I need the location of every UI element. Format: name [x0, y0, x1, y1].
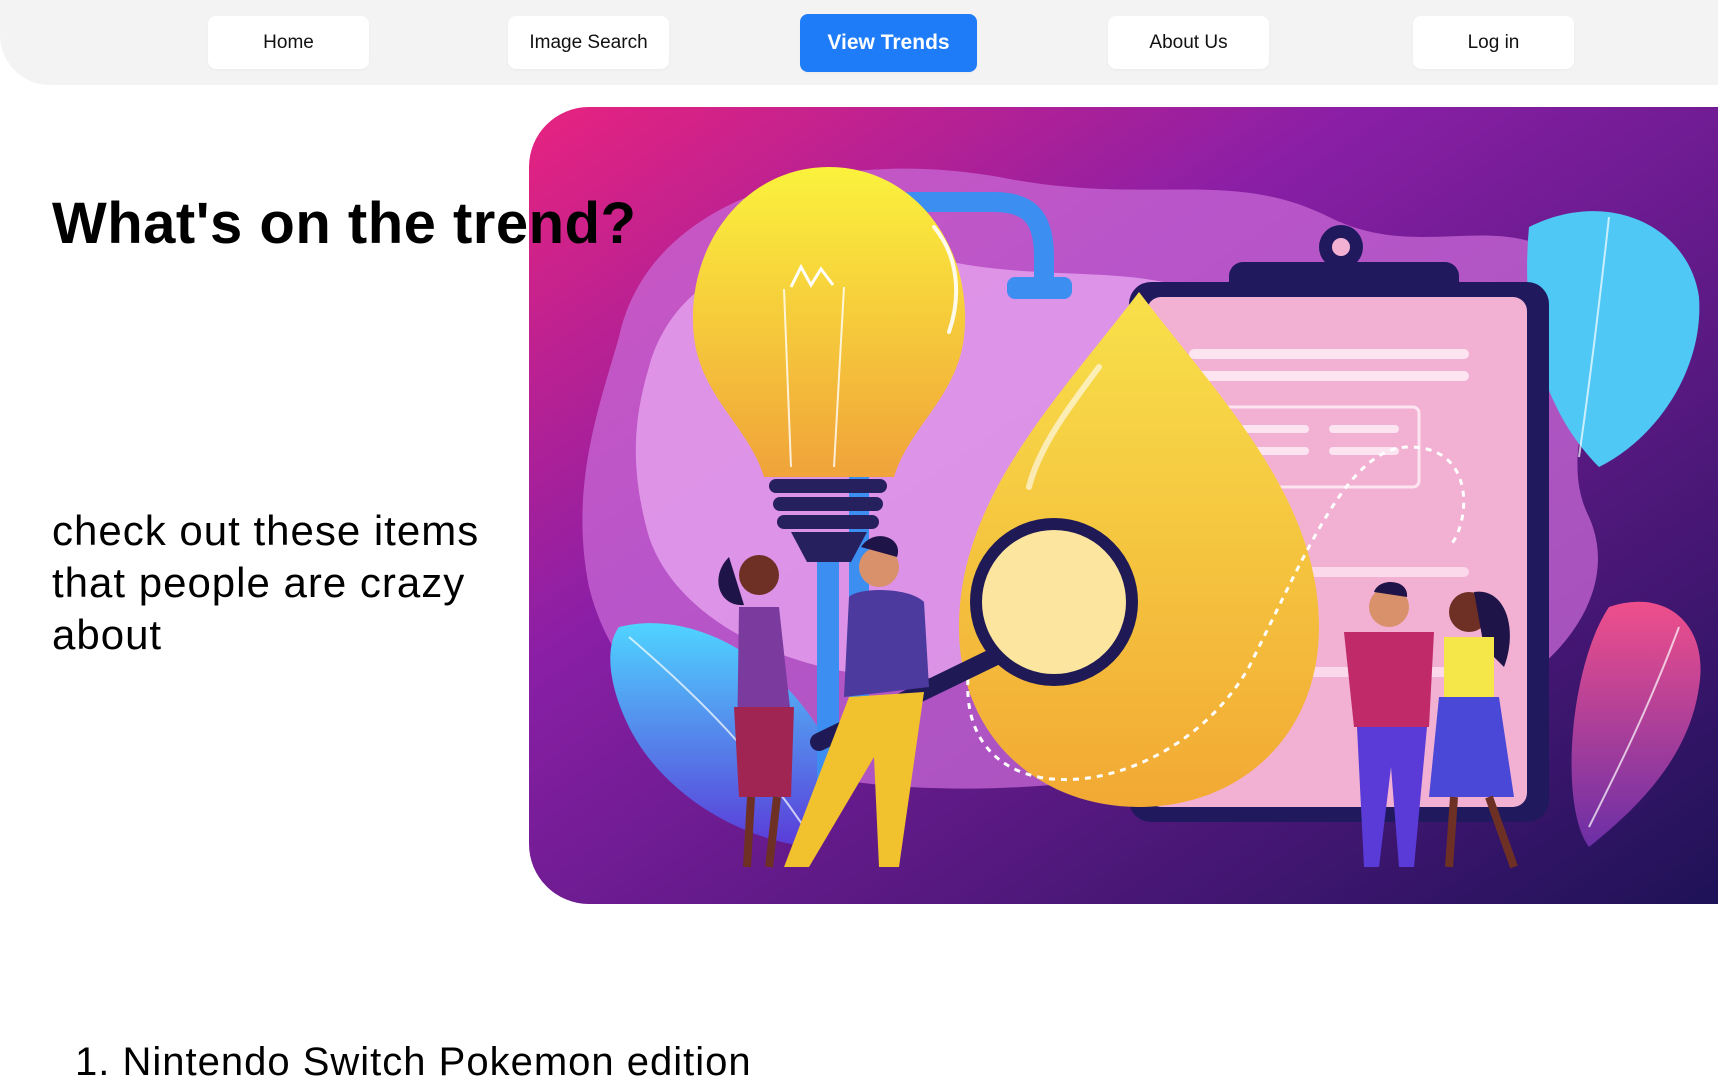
nav-about-us-button[interactable]: About Us — [1108, 16, 1269, 69]
nav-image-search-button[interactable]: Image Search — [508, 16, 669, 69]
nav-login-button[interactable]: Log in — [1413, 16, 1574, 69]
hero-subtitle: check out these items that people are cr… — [52, 507, 480, 658]
nav-home-button[interactable]: Home — [208, 16, 369, 69]
hero-illustration — [529, 107, 1718, 904]
page-title: What's on the trend? — [52, 190, 636, 257]
page-title-text: What's on the trend? — [52, 191, 637, 256]
trend-list-item: 1. Nintendo Switch Pokemon edition — [75, 1040, 752, 1085]
trend-number: 1. — [75, 1040, 111, 1084]
nav-view-trends-button[interactable]: View Trends — [800, 14, 977, 72]
trend-label: Nintendo Switch Pokemon edition — [122, 1040, 752, 1084]
top-navbar: Home Image Search View Trends About Us L… — [0, 0, 1718, 85]
